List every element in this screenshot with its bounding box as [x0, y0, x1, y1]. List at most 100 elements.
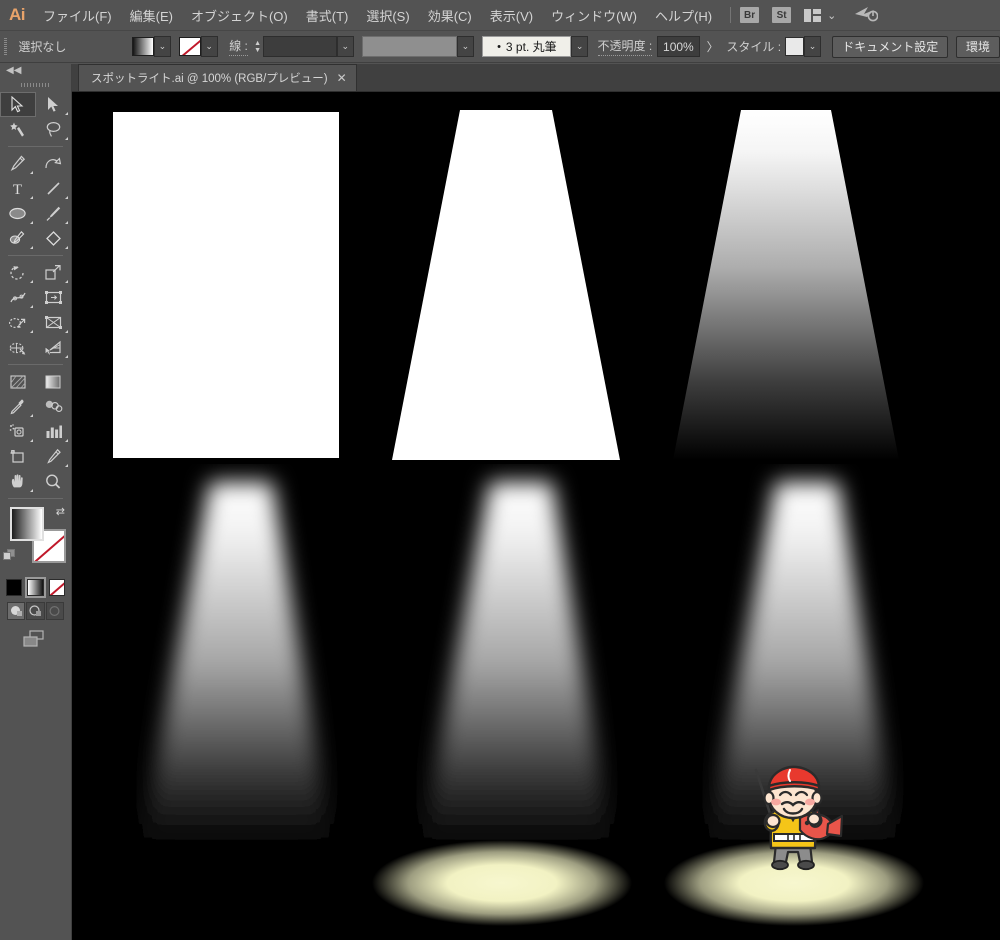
artboard-canvas[interactable]	[72, 92, 1000, 940]
document-setup-button[interactable]: ドキュメント設定	[832, 35, 949, 58]
menu-type[interactable]: 書式(T)	[297, 0, 358, 30]
normal-screen-mode-icon[interactable]	[7, 602, 26, 620]
stroke-dropdown-chevron-icon[interactable]: ⌄	[200, 36, 218, 57]
document-tab-title: スポットライト.ai @ 100% (RGB/プレビュー)	[91, 73, 328, 85]
swap-fill-stroke-icon[interactable]: ⇄	[56, 505, 65, 518]
opacity-label: 不透明度 :	[597, 37, 653, 56]
pen-tool[interactable]	[0, 151, 36, 176]
change-screen-mode-icon	[22, 630, 44, 647]
hand-tool[interactable]	[0, 469, 36, 494]
document-tab-bar: スポットライト.ai @ 100% (RGB/プレビュー) ✕	[72, 64, 1000, 92]
right-cheek	[805, 798, 815, 806]
graphic-style-swatch[interactable]	[784, 37, 805, 56]
zoom-tool[interactable]	[36, 469, 72, 494]
opacity-more-button[interactable]: 〉	[707, 38, 719, 55]
tools-collapse-icon[interactable]: ◀◀	[0, 64, 71, 78]
document-tab[interactable]: スポットライト.ai @ 100% (RGB/プレビュー) ✕	[78, 64, 357, 91]
full-screen-mode-icon[interactable]	[45, 602, 64, 620]
menu-select[interactable]: 選択(S)	[357, 0, 418, 30]
curvature-tool[interactable]	[36, 151, 72, 176]
shape-builder-tool[interactable]	[0, 310, 36, 335]
fill-color-control[interactable]: ⌄	[131, 36, 171, 57]
ellipse-tool[interactable]	[0, 201, 36, 226]
stock-icon[interactable]: St	[772, 7, 792, 23]
magic-wand-tool[interactable]	[0, 117, 36, 142]
gradient-mesh-icon-tool[interactable]	[0, 369, 36, 394]
lasso-tool[interactable]	[36, 117, 72, 142]
creative-cloud-icon[interactable]	[854, 5, 879, 26]
graphic-style-chevron-icon[interactable]: ⌄	[804, 36, 821, 57]
menu-window[interactable]: ウィンドウ(W)	[542, 0, 646, 30]
color-fill-button[interactable]	[6, 579, 23, 596]
shape-rect-white[interactable]	[113, 112, 339, 458]
brush-definition-select[interactable]: • 3 pt. 丸筆	[482, 36, 572, 57]
fill-color-box[interactable]	[10, 507, 44, 541]
shape-trapezoid-gradient[interactable]	[673, 110, 899, 460]
none-fill-button[interactable]	[48, 579, 65, 596]
mesh-tool[interactable]	[0, 335, 36, 360]
stroke-profile-select[interactable]	[362, 36, 458, 57]
menu-view[interactable]: 表示(V)	[481, 0, 542, 30]
menu-bar: Ai ファイル(F) 編集(E) オブジェクト(O) 書式(T) 選択(S) 効…	[0, 0, 1000, 30]
brush-definition-chevron-icon[interactable]: ⌄	[571, 36, 588, 57]
stroke-weight-chevron-icon[interactable]: ⌄	[337, 36, 354, 57]
line-segment-tool[interactable]	[36, 176, 72, 201]
light-pool-center[interactable]	[372, 840, 632, 926]
shaper-tool[interactable]	[0, 226, 36, 251]
fill-swatch[interactable]	[131, 37, 154, 56]
full-screen-menubar-mode-icon[interactable]	[26, 602, 45, 620]
gradient-tool[interactable]	[36, 369, 72, 394]
right-hand	[806, 812, 822, 826]
ebisu-character[interactable]	[738, 764, 848, 876]
tools-panel-grip[interactable]	[0, 78, 71, 92]
eyedropper-tool[interactable]	[0, 394, 36, 419]
direct-selection-tool[interactable]	[36, 92, 72, 117]
eraser-tool[interactable]	[36, 226, 72, 251]
symbol-sprayer-tool[interactable]	[0, 419, 36, 444]
workspace-switcher[interactable]: ⌄	[804, 8, 837, 22]
menu-help[interactable]: ヘルプ(H)	[646, 0, 721, 30]
free-transform-tool[interactable]	[36, 285, 72, 310]
perspective-grid-tool[interactable]	[36, 310, 72, 335]
shape-trapezoid-white[interactable]	[392, 110, 620, 460]
paintbrush-tool[interactable]	[36, 201, 72, 226]
selection-status-label: 選択なし	[18, 40, 67, 54]
column-graph-tool[interactable]	[36, 419, 72, 444]
bridge-icon[interactable]: Br	[740, 7, 760, 23]
perspective-selection-tool[interactable]	[36, 335, 72, 360]
menu-edit[interactable]: 編集(E)	[121, 0, 182, 30]
blend-tool[interactable]	[36, 394, 72, 419]
stroke-weight-input[interactable]	[263, 36, 338, 57]
tool-group-paint	[0, 369, 71, 494]
gradient-fill-button[interactable]	[25, 577, 46, 598]
right-foot	[797, 859, 815, 871]
shape-trapezoid-blur-2[interactable]	[362, 464, 642, 864]
stroke-weight-stepper[interactable]: ▲ ▼	[252, 40, 264, 54]
fill-dropdown-chevron-icon[interactable]: ⌄	[153, 36, 171, 57]
close-icon[interactable]: ✕	[337, 72, 347, 84]
scale-tool[interactable]	[36, 260, 72, 285]
chevron-down-icon: ⌄	[827, 9, 837, 22]
shape-trapezoid-blur-1[interactable]	[82, 464, 362, 864]
tools-panel-footer	[0, 620, 71, 648]
default-fill-stroke-icon[interactable]	[3, 549, 15, 561]
tools-divider-2	[8, 255, 63, 256]
stroke-profile-chevron-icon[interactable]: ⌄	[457, 36, 474, 57]
menu-object[interactable]: オブジェクト(O)	[182, 0, 297, 30]
type-tool[interactable]: T	[0, 176, 36, 201]
stroke-swatch[interactable]	[178, 37, 201, 56]
stroke-color-control[interactable]: ⌄	[178, 36, 218, 57]
menu-file[interactable]: ファイル(F)	[34, 0, 121, 30]
control-bar-grip[interactable]	[0, 30, 11, 63]
rotate-tool[interactable]	[0, 260, 36, 285]
tools-divider-3	[8, 364, 63, 365]
artboard-tool[interactable]	[0, 444, 36, 469]
preferences-button[interactable]: 環境	[956, 35, 1000, 58]
opacity-input[interactable]: 100%	[657, 36, 700, 57]
fill-stroke-controls: ⇄	[0, 505, 71, 577]
selection-tool[interactable]	[0, 92, 36, 117]
menu-effect[interactable]: 効果(C)	[419, 0, 481, 30]
style-label: スタイル :	[726, 40, 782, 54]
slice-tool[interactable]	[36, 444, 72, 469]
width-tool[interactable]	[0, 285, 36, 310]
